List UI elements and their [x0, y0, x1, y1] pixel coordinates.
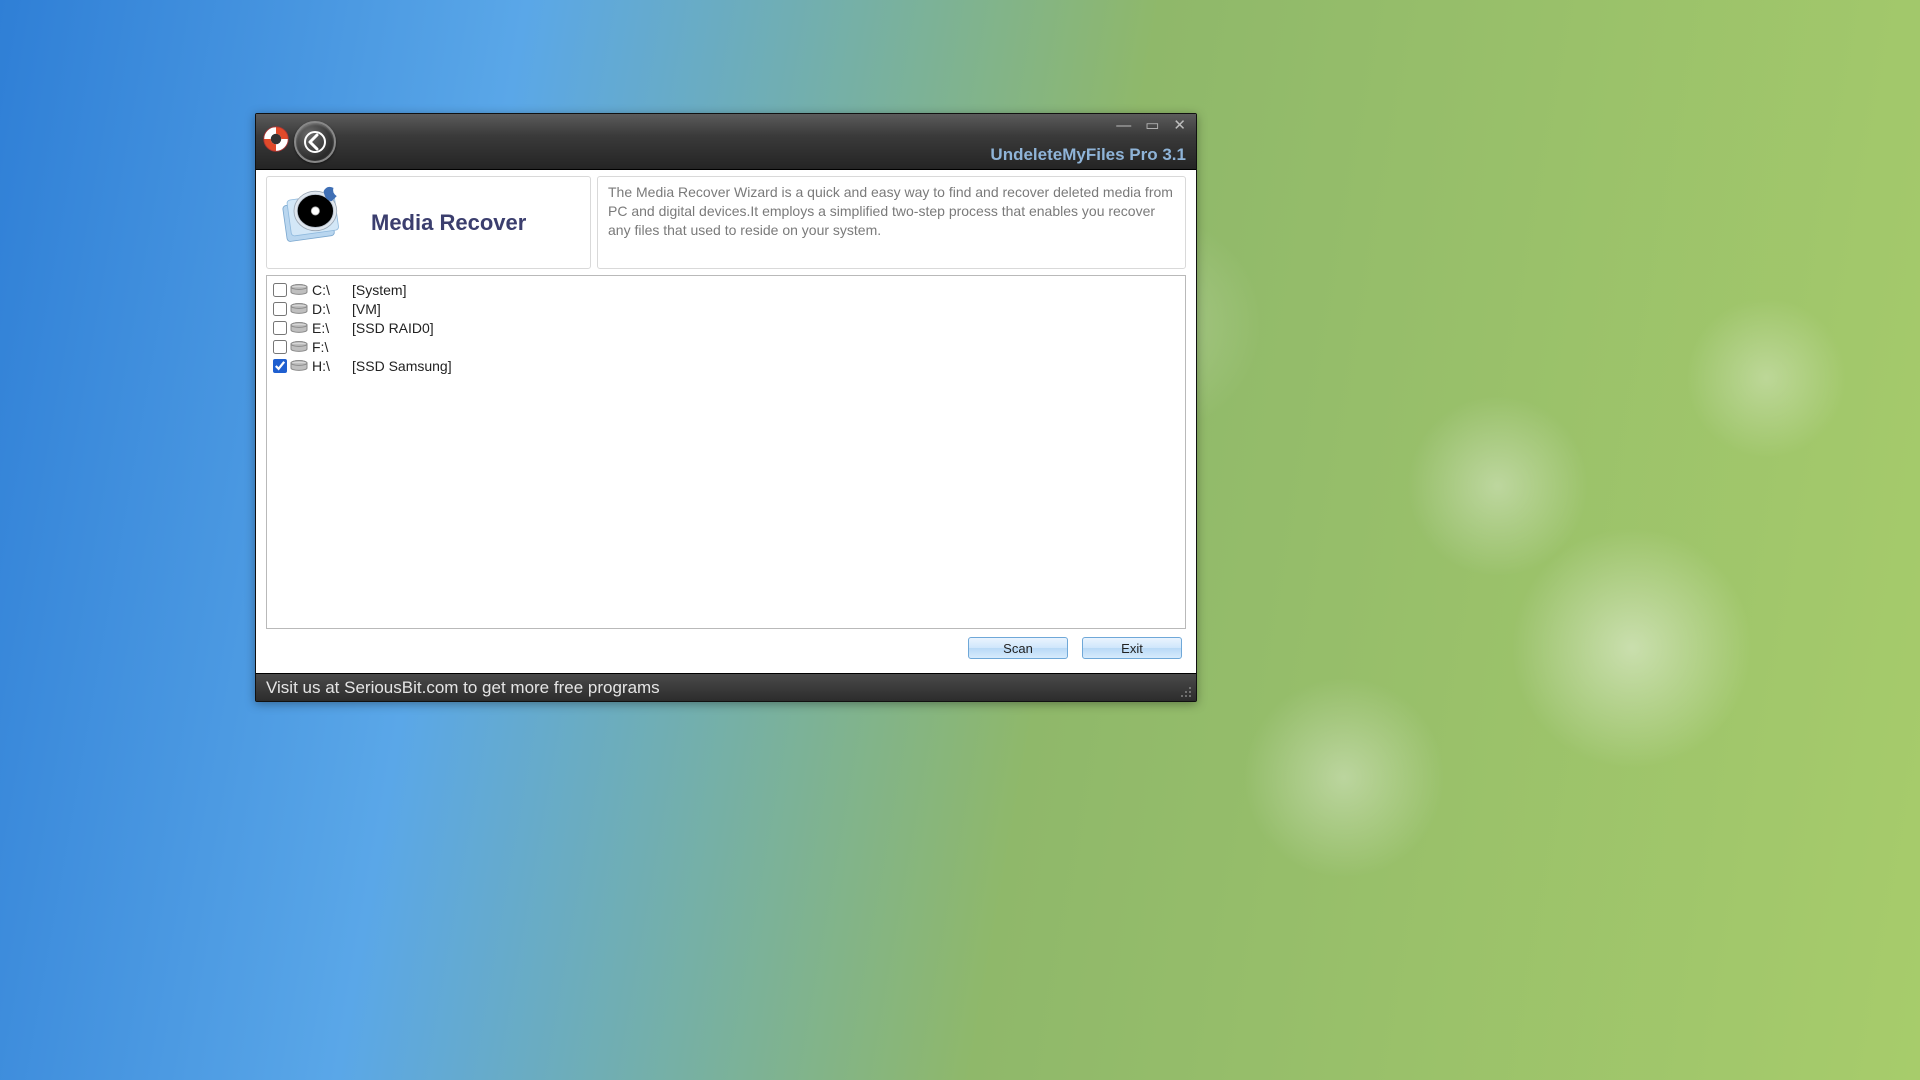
drive-letter: D:\	[312, 301, 350, 317]
hard-drive-icon	[289, 359, 309, 373]
drive-label: [VM]	[352, 301, 381, 317]
drive-checkbox[interactable]	[273, 359, 287, 373]
hard-drive-icon	[289, 321, 309, 335]
drive-label: [System]	[352, 282, 406, 298]
drive-checkbox[interactable]	[273, 321, 287, 335]
window-body: Media Recover The Media Recover Wizard i…	[256, 170, 1196, 673]
drive-label: [SSD Samsung]	[352, 358, 452, 374]
desktop-background: — ▭ ✕ UndeleteMyFiles Pro 3.1	[0, 0, 1920, 1080]
drive-row[interactable]: D:\[VM]	[273, 299, 1179, 318]
drive-letter: C:\	[312, 282, 350, 298]
app-title: UndeleteMyFiles Pro 3.1	[990, 145, 1186, 165]
drive-letter: E:\	[312, 320, 350, 336]
button-row: Scan Exit	[266, 629, 1186, 663]
drive-label: [SSD RAID0]	[352, 320, 434, 336]
hard-drive-icon	[289, 302, 309, 316]
back-button[interactable]	[294, 121, 336, 163]
close-button[interactable]: ✕	[1173, 118, 1186, 133]
hard-drive-icon	[289, 340, 309, 354]
media-recover-icon	[275, 183, 359, 262]
drive-letter: F:\	[312, 339, 350, 355]
drive-checkbox[interactable]	[273, 283, 287, 297]
exit-button[interactable]: Exit	[1082, 637, 1182, 659]
titlebar[interactable]: — ▭ ✕ UndeleteMyFiles Pro 3.1	[256, 114, 1196, 170]
description-panel: The Media Recover Wizard is a quick and …	[597, 176, 1186, 269]
page-title: Media Recover	[371, 210, 526, 236]
drive-row[interactable]: E:\[SSD RAID0]	[273, 318, 1179, 337]
resize-grip-icon[interactable]	[1179, 685, 1193, 699]
statusbar-text: Visit us at SeriousBit.com to get more f…	[266, 678, 660, 698]
drive-checkbox[interactable]	[273, 302, 287, 316]
drive-row[interactable]: H:\[SSD Samsung]	[273, 356, 1179, 375]
header-left-panel: Media Recover	[266, 176, 591, 269]
hard-drive-icon	[289, 283, 309, 297]
drive-checkbox[interactable]	[273, 340, 287, 354]
drive-letter: H:\	[312, 358, 350, 374]
statusbar: Visit us at SeriousBit.com to get more f…	[256, 673, 1196, 701]
drive-row[interactable]: F:\	[273, 337, 1179, 356]
drive-list: C:\[System]D:\[VM]E:\[SSD RAID0]F:\H:\[S…	[266, 275, 1186, 629]
drive-row[interactable]: C:\[System]	[273, 280, 1179, 299]
app-window: — ▭ ✕ UndeleteMyFiles Pro 3.1	[255, 113, 1197, 702]
maximize-button[interactable]: ▭	[1145, 118, 1159, 133]
scan-button[interactable]: Scan	[968, 637, 1068, 659]
lifebuoy-icon	[262, 125, 290, 158]
minimize-button[interactable]: —	[1116, 118, 1131, 133]
